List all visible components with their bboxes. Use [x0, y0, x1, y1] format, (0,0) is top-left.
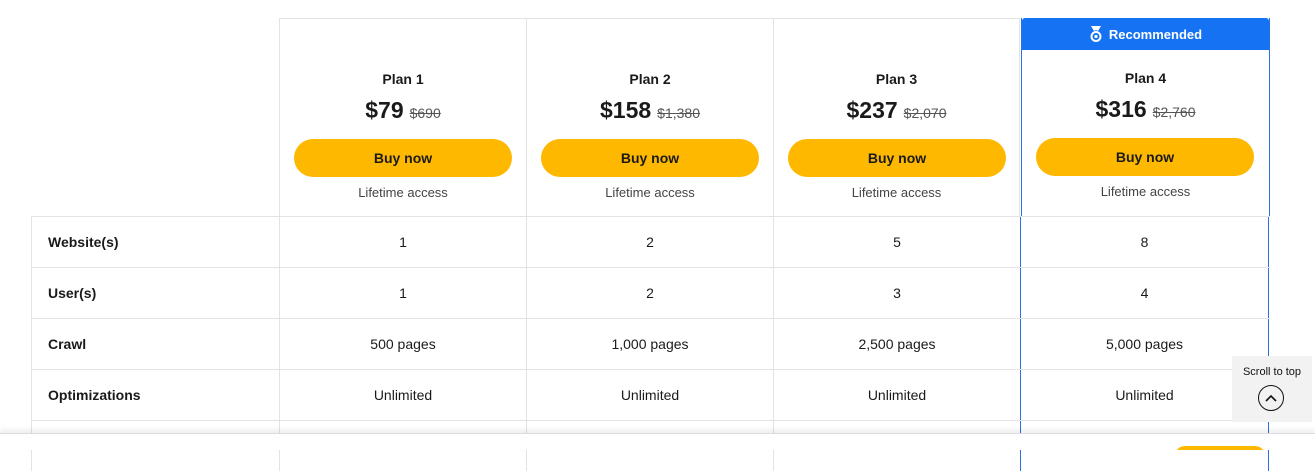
feature-value: 3: [773, 268, 1020, 318]
plan-old-price: $690: [409, 105, 441, 121]
feature-label: User(s): [31, 268, 279, 318]
price-line: $79 $690: [280, 97, 526, 124]
recommended-label: Recommended: [1108, 26, 1203, 42]
feature-value: 500 pages: [279, 319, 526, 369]
access-note: Lifetime access: [1100, 184, 1191, 199]
plan-name: Plan 4: [1124, 70, 1167, 86]
price-line: $158 $1,380: [527, 97, 773, 124]
feature-value: 2,500 pages: [773, 319, 1020, 369]
plan-column-3: Plan 3 $237 $2,070 Buy now Lifetime acce…: [773, 18, 1020, 216]
plan-name: Plan 2: [629, 71, 671, 87]
bottom-cta-button[interactable]: [1175, 446, 1265, 450]
plan-column-4: Recommended Plan 4 $316 $2,760 Buy now L…: [1021, 18, 1270, 216]
table-row: Crawl 500 pages 1,000 pages 2,500 pages …: [31, 318, 1270, 369]
feature-label: Crawl: [31, 319, 279, 369]
feature-value: 2: [526, 268, 773, 318]
buy-now-button-plan-1[interactable]: Buy now: [294, 139, 512, 177]
plan-name: Plan 1: [382, 71, 424, 87]
plan-old-price: $2,070: [903, 105, 947, 121]
feature-value: 1: [279, 217, 526, 267]
buy-now-button-plan-2[interactable]: Buy now: [541, 139, 759, 177]
plan-column-1: Plan 1 $79 $690 Buy now Lifetime access: [279, 18, 526, 216]
plan-price: $316: [1095, 96, 1147, 122]
feature-label: Website(s): [31, 217, 279, 267]
feature-value: Unlimited: [773, 370, 1020, 420]
plan-price: $237: [846, 97, 898, 123]
feature-value: Unlimited: [279, 370, 526, 420]
feature-value: 8: [1020, 217, 1269, 267]
buy-now-button-plan-4[interactable]: Buy now: [1036, 138, 1254, 176]
table-row: User(s) 1 2 3 4: [31, 267, 1270, 318]
plan-price: $79: [365, 97, 404, 123]
scroll-to-top-button[interactable]: Scroll to top: [1232, 356, 1312, 422]
access-note: Lifetime access: [851, 185, 942, 200]
price-line: $316 $2,760: [1022, 96, 1269, 123]
feature-value: Unlimited: [526, 370, 773, 420]
feature-label: Optimizations: [31, 370, 279, 420]
feature-value: 1,000 pages: [526, 319, 773, 369]
access-note: Lifetime access: [605, 185, 695, 200]
medal-icon: [1089, 26, 1103, 42]
buy-now-button-plan-3[interactable]: Buy now: [788, 139, 1006, 177]
recommended-banner: Recommended: [1022, 18, 1269, 50]
scroll-to-top-label: Scroll to top: [1242, 366, 1302, 378]
plan-name: Plan 3: [875, 71, 918, 87]
price-line: $237 $2,070: [774, 97, 1019, 124]
feature-value: 2: [526, 217, 773, 267]
plan-column-2: Plan 2 $158 $1,380 Buy now Lifetime acce…: [526, 18, 773, 216]
feature-value: 1: [279, 268, 526, 318]
chevron-up-icon: [1258, 385, 1284, 411]
plan-price: $158: [600, 97, 652, 123]
table-row: Website(s) 1 2 5 8: [31, 216, 1270, 267]
plan-old-price: $1,380: [657, 105, 700, 121]
feature-value: 4: [1020, 268, 1269, 318]
feature-value: 5: [773, 217, 1020, 267]
table-row: Optimizations Unlimited Unlimited Unlimi…: [31, 369, 1270, 420]
bottom-sticky-bar: [0, 433, 1315, 450]
plan-old-price: $2,760: [1152, 104, 1196, 120]
access-note: Lifetime access: [358, 185, 448, 200]
